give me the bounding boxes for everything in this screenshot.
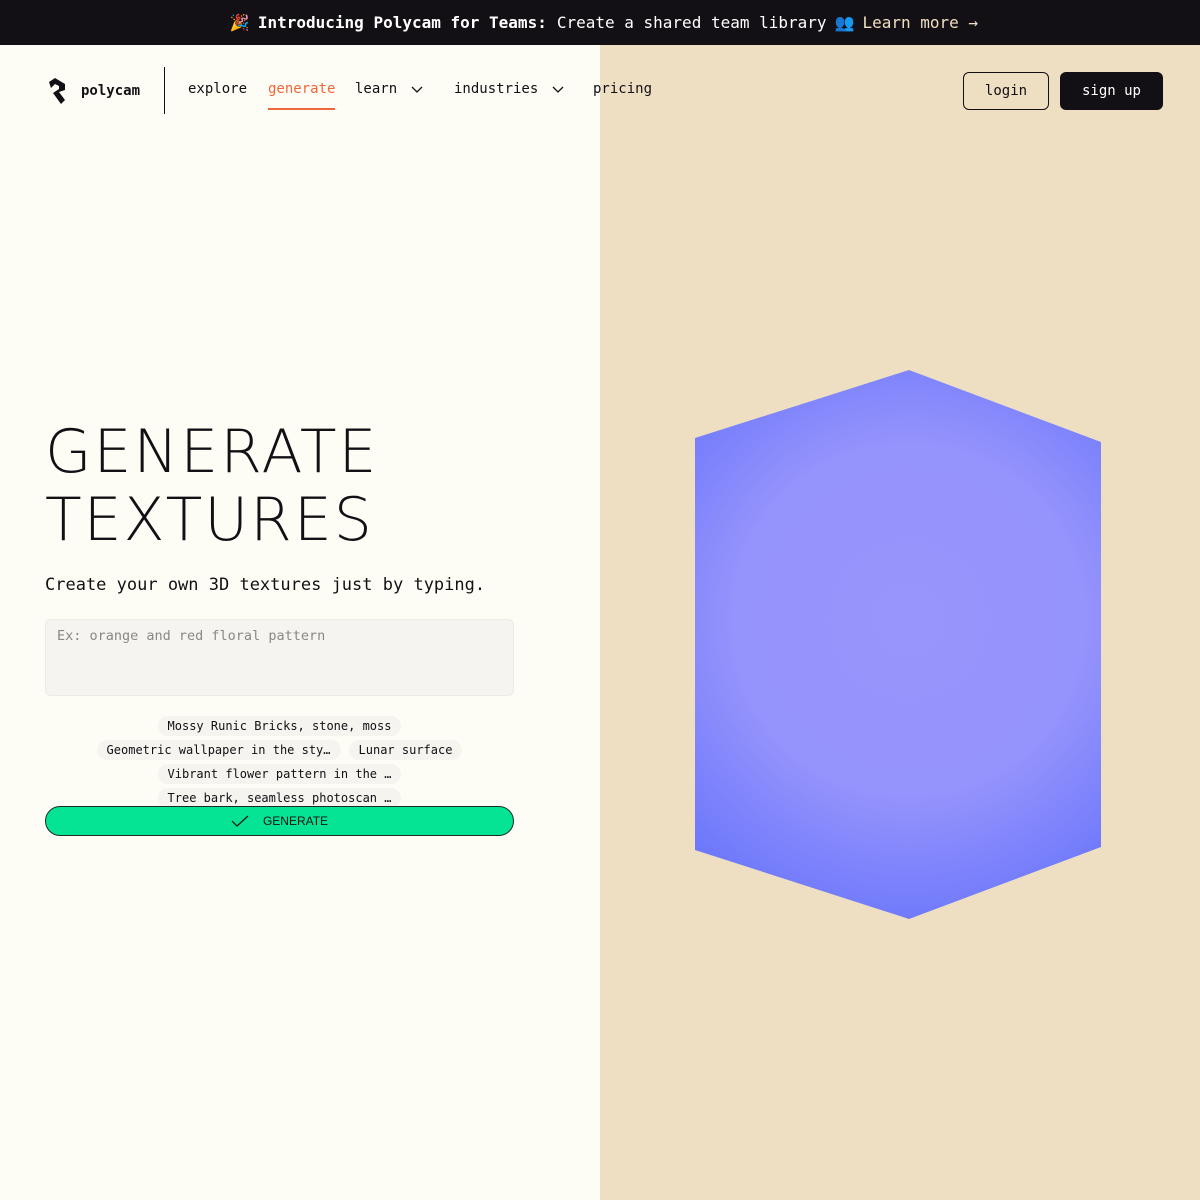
learn-more-link[interactable]: Learn more → (862, 13, 978, 32)
nav-explore[interactable]: explore (188, 81, 247, 97)
top-nav: polycam explore generate learn industrie… (0, 45, 1200, 137)
suggestion-chip[interactable]: Geometric wallpaper in the sty… (96, 740, 341, 760)
page-title: GENERATE TEXTURES (45, 418, 378, 554)
checkmark-icon (231, 815, 249, 827)
announcement-banner[interactable]: 🎉 Introducing Polycam for Teams: Create … (0, 0, 1200, 45)
chevron-down-icon (552, 86, 564, 93)
chevron-down-icon (411, 86, 423, 93)
nav-industries-label: industries (454, 81, 539, 97)
texture-hexagon (695, 370, 1101, 919)
nav-divider (164, 67, 165, 114)
banner-headline: Introducing Polycam for Teams: (257, 13, 547, 32)
nav-industries[interactable]: industries (454, 81, 564, 97)
nav-generate-label: generate (268, 81, 336, 97)
title-line-1: GENERATE (45, 417, 379, 487)
suggestion-chip[interactable]: Lunar surface (348, 740, 463, 760)
nav-learn-label: learn (355, 81, 398, 97)
nav-pricing-label: pricing (593, 81, 653, 97)
team-icon: 👥 (834, 13, 855, 32)
subtitle: Create your own 3D textures just by typi… (45, 575, 486, 595)
banner-text: Create a shared team library (556, 13, 827, 32)
login-button[interactable]: login (963, 72, 1049, 110)
texture-prompt-input[interactable] (45, 619, 514, 696)
brand-name: polycam (81, 83, 141, 99)
nav-generate[interactable]: generate (268, 81, 336, 110)
suggestion-chips: Mossy Runic Bricks, stone, moss Geometri… (45, 716, 514, 808)
nav-explore-label: explore (188, 81, 248, 97)
nav-pricing[interactable]: pricing (593, 81, 652, 97)
generate-label: GENERATE (262, 814, 329, 828)
signup-button[interactable]: sign up (1060, 72, 1163, 110)
polycam-logo-icon (49, 78, 65, 104)
suggestion-chip[interactable]: Mossy Runic Bricks, stone, moss (157, 716, 402, 736)
title-line-2: TEXTURES (45, 485, 374, 555)
logo[interactable]: polycam (47, 78, 140, 104)
suggestion-chip[interactable]: Tree bark, seamless photoscan … (157, 788, 402, 808)
texture-preview[interactable] (600, 45, 1200, 1200)
suggestion-chip[interactable]: Vibrant flower pattern in the … (157, 764, 402, 784)
generate-button[interactable]: GENERATE (45, 806, 514, 836)
nav-learn[interactable]: learn (355, 81, 423, 97)
party-icon: 🎉 (229, 13, 250, 32)
